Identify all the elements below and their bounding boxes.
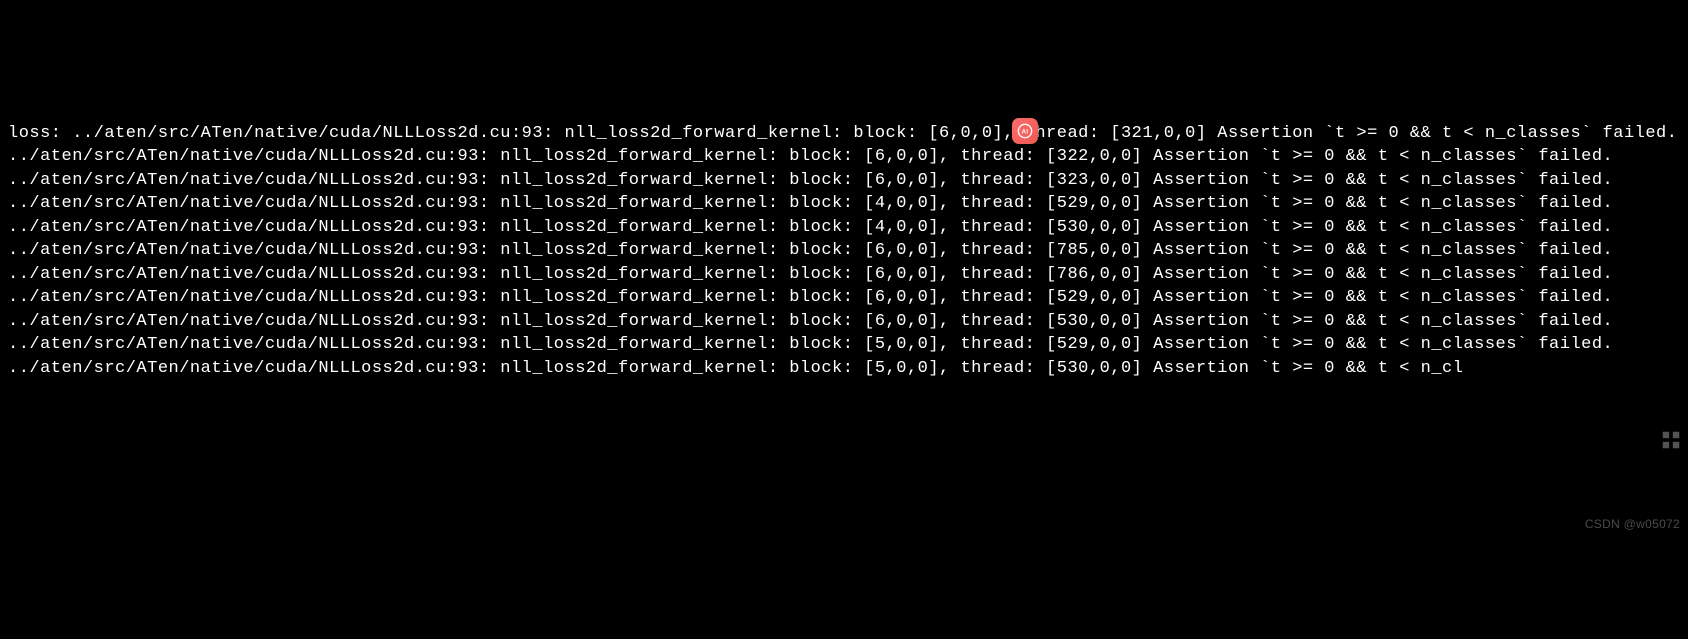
terminal-output[interactable]: loss: ../aten/src/ATen/native/cuda/NLLLo… [8, 98, 1680, 380]
error-line: ../aten/src/ATen/native/cuda/NLLLoss2d.c… [8, 147, 1613, 166]
error-line: ../aten/src/ATen/native/cuda/NLLLoss2d.c… [8, 171, 1613, 190]
error-line: ../aten/src/ATen/native/cuda/NLLLoss2d.c… [8, 241, 1613, 260]
error-line: ../aten/src/ATen/native/cuda/NLLLoss2d.c… [8, 265, 1613, 284]
error-line: ../aten/src/ATen/native/cuda/NLLLoss2d.c… [8, 335, 1613, 354]
watermark-text: CSDN @w05072 [1585, 513, 1680, 537]
error-line: ../aten/src/ATen/native/cuda/NLLLoss2d.c… [8, 312, 1613, 331]
ai-assistant-badge[interactable]: AI [1012, 118, 1038, 144]
ai-icon: AI [1017, 123, 1033, 139]
toolbar-icon[interactable] [1660, 382, 1682, 404]
grid-icon [1660, 429, 1682, 451]
error-line: loss: ../aten/src/ATen/native/cuda/NLLLo… [8, 124, 1677, 143]
error-line: ../aten/src/ATen/native/cuda/NLLLoss2d.c… [8, 288, 1613, 307]
error-line: ../aten/src/ATen/native/cuda/NLLLoss2d.c… [8, 359, 1463, 378]
svg-text:AI: AI [1022, 130, 1029, 136]
error-line: ../aten/src/ATen/native/cuda/NLLLoss2d.c… [8, 218, 1613, 237]
error-line: ../aten/src/ATen/native/cuda/NLLLoss2d.c… [8, 194, 1613, 213]
